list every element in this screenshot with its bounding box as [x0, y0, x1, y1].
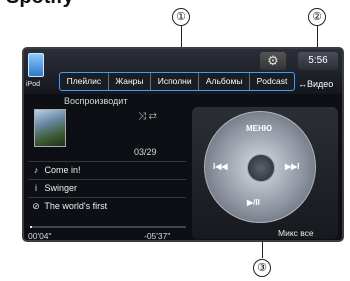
artist-row: i Swinger — [30, 180, 186, 196]
song-title: Come in! — [44, 165, 81, 175]
callout-1: ① — [172, 8, 190, 26]
shuffle-all-button[interactable]: Микс все — [278, 228, 314, 238]
previous-button[interactable]: I◀◀ — [213, 162, 228, 171]
center-select-button[interactable] — [247, 154, 275, 182]
click-wheel[interactable]: МЕНЮ I◀◀ ▶▶I ▶/II — [204, 111, 316, 223]
settings-button[interactable]: ⚙ — [260, 52, 286, 70]
track-counter: 03/29 — [134, 147, 157, 157]
artist-name: Swinger — [44, 183, 78, 193]
ipod-screen: iPod ⚙ 5:56 Плейлис Жанры Исполни Альбом… — [22, 47, 344, 242]
tab-playlists[interactable]: Плейлис — [60, 73, 108, 90]
now-playing-header: Воспроизводит — [64, 96, 128, 106]
tab-albums[interactable]: Альбомы — [198, 73, 249, 90]
tab-genres[interactable]: Жанры — [107, 73, 150, 90]
progress-fill — [30, 226, 32, 228]
gear-icon: ⚙ — [267, 53, 279, 68]
progress-bar[interactable] — [30, 226, 186, 228]
song-row: ♪ Come in! — [30, 162, 186, 178]
album-art — [34, 109, 66, 147]
menu-button[interactable]: МЕНЮ — [246, 124, 272, 133]
next-button[interactable]: ▶▶I — [285, 162, 300, 171]
page-heading: Spotify — [6, 0, 74, 9]
remaining-time: -05'37" — [144, 231, 171, 241]
disc-icon: ⊘ — [32, 201, 40, 211]
tab-podcasts[interactable]: Podcast — [249, 73, 294, 90]
source-label: iPod — [26, 81, 41, 88]
album-row: ⊘ The world's first — [30, 198, 186, 214]
play-pause-button[interactable]: ▶/II — [247, 198, 260, 207]
video-button[interactable]: ↔Видео — [298, 76, 340, 92]
tab-artists[interactable]: Исполни — [150, 73, 198, 90]
category-tabs: Плейлис Жанры Исполни Альбомы Podcast — [59, 72, 295, 91]
music-note-icon: ♪ — [33, 165, 39, 175]
shuffle-repeat-icon: ⤨ ⇄ — [138, 111, 157, 122]
clock: 5:56 — [298, 52, 338, 70]
person-icon: i — [35, 183, 37, 193]
top-bar: iPod ⚙ 5:56 Плейлис Жанры Исполни Альбом… — [24, 49, 342, 94]
elapsed-time: 00'04" — [28, 231, 52, 241]
callout-3: ③ — [253, 259, 271, 277]
callout-2: ② — [308, 8, 326, 26]
album-title: The world's first — [44, 201, 108, 211]
ipod-icon[interactable] — [28, 53, 44, 77]
